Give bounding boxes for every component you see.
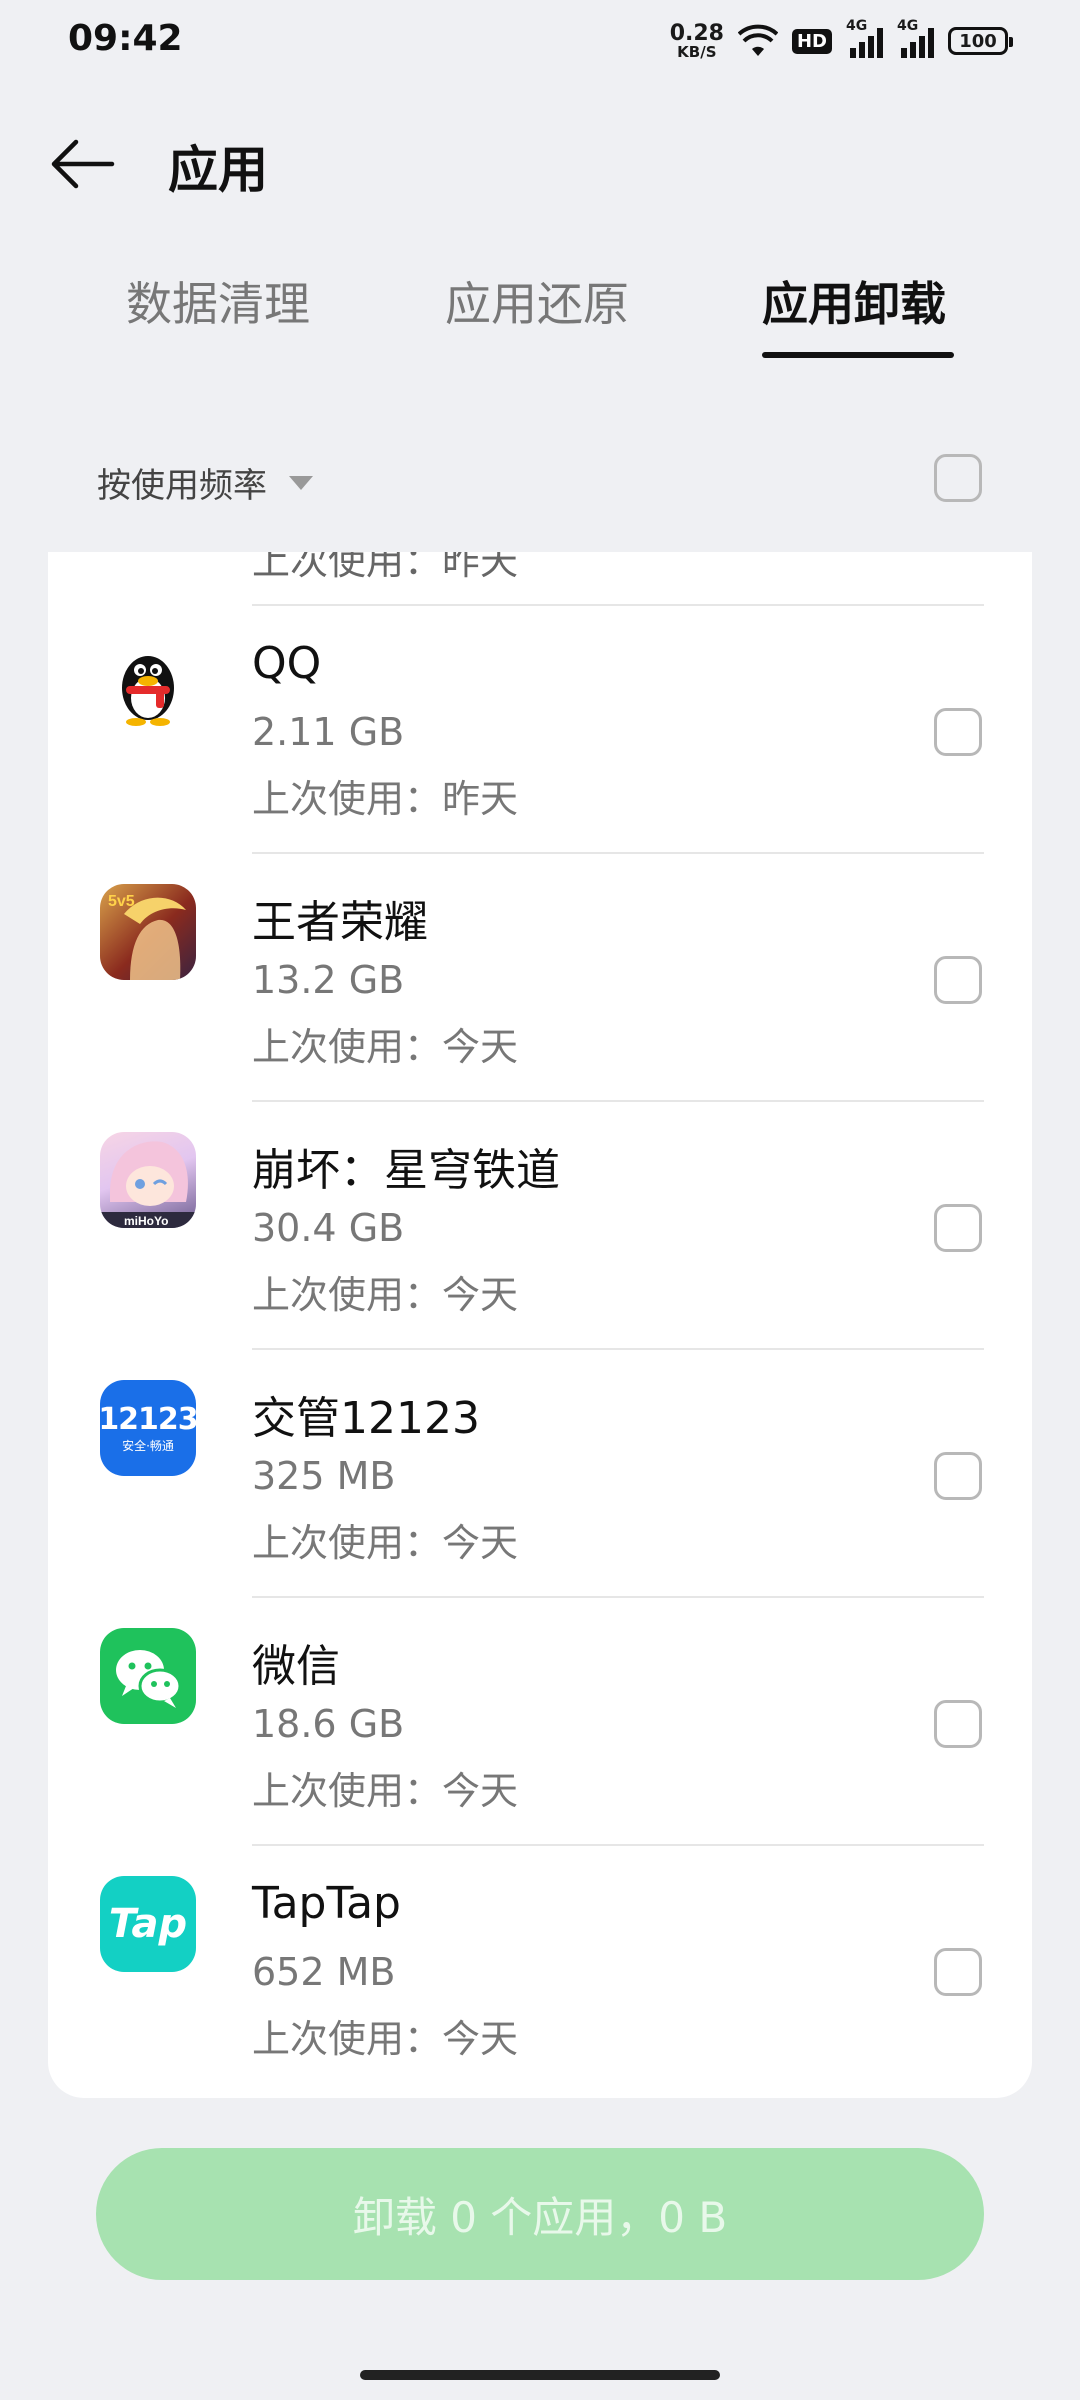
icon-text: Tap [108,1901,188,1947]
wechat-icon [100,1628,196,1724]
chevron-down-icon [289,475,313,490]
sort-label: 按使用频率 [97,466,267,506]
signal-icon-1: 4G [846,18,883,58]
app-size: 325 MB [252,1454,396,1498]
list-item[interactable]: 5v5 王者荣耀 13.2 GB 上次使用：今天 [48,854,1032,1102]
icon-text: 12123 [100,1402,196,1437]
taptap-icon: Tap [100,1876,196,1972]
honkai-star-rail-icon: miHoYo [100,1132,196,1228]
tab-data-cleanup[interactable]: 数据清理 [126,268,310,334]
network-speed-value: 0.28 [669,20,724,46]
app-size: 652 MB [252,1950,396,1994]
app-name: 崩坏：星穹铁道 [252,1145,560,1196]
signal-icon-2: 4G [897,18,934,58]
sort-row: 按使用频率 [0,440,1080,520]
tab-bar: 数据清理 应用还原 应用卸载 [0,252,1080,362]
app-size: 30.4 GB [252,1206,405,1250]
qq-penguin-icon [100,636,196,732]
app-size: 13.2 GB [252,958,405,1002]
app-last-used: 上次使用：今天 [252,1521,519,1565]
status-time: 09:42 [68,18,183,59]
tab-app-uninstall[interactable]: 应用卸载 [762,268,946,334]
wifi-icon [737,24,778,56]
app-checkbox[interactable] [934,1452,982,1500]
app-size: 2.11 GB [252,710,405,754]
app-name: QQ [252,638,322,689]
arrow-left-icon [51,139,115,189]
app-checkbox[interactable] [934,708,982,756]
battery-level: 100 [959,30,997,52]
app-last-used: 上次使用：今天 [252,1273,519,1317]
svg-text:5v5: 5v5 [108,893,135,910]
active-tab-indicator [762,352,954,358]
app-name: 王者荣耀 [252,897,428,948]
status-icons: 0.28 KB/S HD 4G 4G 100 [669,18,1013,64]
app-last-used: 上次使用：今天 [252,1769,519,1813]
app-checkbox[interactable] [934,1700,982,1748]
list-item[interactable]: 微信 18.6 GB 上次使用：今天 [48,1598,1032,1846]
hd-voice-icon: HD [791,28,832,54]
traffic-12123-icon: 12123 安全·畅通 [100,1380,196,1476]
svg-text:miHoYo: miHoYo [124,1214,168,1228]
partial-item-last-used: 上次使用：昨天 [252,552,519,583]
app-checkbox[interactable] [934,956,982,1004]
network-type-label: 4G [846,18,868,34]
home-indicator[interactable] [360,2370,720,2380]
app-name: 微信 [252,1641,340,1692]
status-bar: 09:42 0.28 KB/S HD 4G 4G 100 [0,0,1080,84]
page-title: 应用 [168,141,268,199]
app-checkbox[interactable] [934,1204,982,1252]
app-list: 上次使用：昨天 QQ 2.11 GB 上次使用：昨天 5v5 王者荣耀 13.2… [48,552,1032,2098]
app-last-used: 上次使用：今天 [252,1025,519,1069]
app-last-used: 上次使用：昨天 [252,777,519,821]
list-item[interactable]: 12123 安全·畅通 交管12123 325 MB 上次使用：今天 [48,1350,1032,1598]
network-speed-unit: KB/S [677,42,717,61]
sort-dropdown[interactable]: 按使用频率 [97,458,313,507]
network-speed: 0.28 KB/S [669,20,724,61]
network-type-label: 4G [897,18,919,34]
app-last-used: 上次使用：今天 [252,2017,519,2061]
tab-app-restore[interactable]: 应用还原 [445,268,629,334]
app-name: TapTap [252,1878,401,1929]
battery-icon: 100 [948,27,1013,55]
back-button[interactable] [48,128,120,200]
select-all-checkbox[interactable] [934,454,982,502]
app-size: 18.6 GB [252,1702,405,1746]
honor-of-kings-icon: 5v5 [100,884,196,980]
icon-subtext: 安全·畅通 [122,1439,174,1453]
list-item[interactable]: Tap TapTap 652 MB 上次使用：今天 [48,1846,1032,2094]
list-item[interactable]: miHoYo 崩坏：星穹铁道 30.4 GB 上次使用：今天 [48,1102,1032,1350]
app-name: 交管12123 [252,1393,480,1444]
list-item[interactable]: QQ 2.11 GB 上次使用：昨天 [48,606,1032,854]
app-checkbox[interactable] [934,1948,982,1996]
uninstall-button[interactable]: 卸载 0 个应用，0 B [96,2148,984,2280]
